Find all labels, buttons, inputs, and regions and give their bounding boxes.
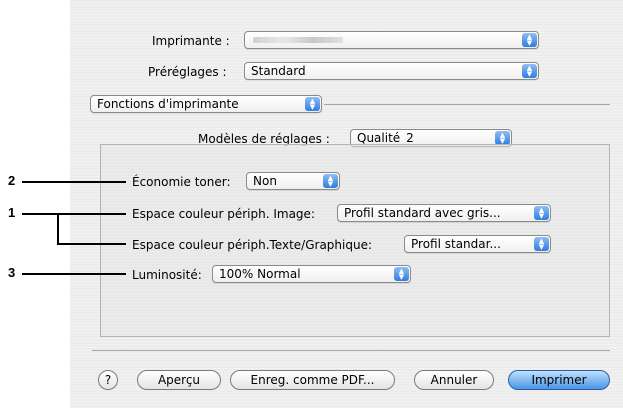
image-color-space-label: Espace couleur périph. Image: bbox=[132, 207, 315, 221]
section-separator bbox=[324, 104, 610, 105]
printer-label: Imprimante : bbox=[152, 34, 230, 48]
cancel-button[interactable]: Annuler bbox=[414, 370, 494, 390]
bottom-separator bbox=[92, 350, 610, 351]
image-color-space-value: Profil standard avec gris... bbox=[344, 206, 501, 220]
presets-label: Préréglages : bbox=[148, 65, 227, 79]
text-color-space-value: Profil standar... bbox=[411, 237, 501, 251]
printer-popup[interactable]: ▲ ▼ bbox=[244, 31, 539, 49]
callout-3: 3 bbox=[8, 265, 16, 280]
brightness-value: 100% Normal bbox=[219, 267, 301, 281]
brightness-label: Luminosité: bbox=[132, 268, 202, 282]
section-value: Fonctions d'imprimante bbox=[97, 97, 239, 111]
callout-1-line-b bbox=[57, 243, 126, 245]
popup-arrows-icon: ▲ ▼ bbox=[394, 267, 409, 281]
toner-saving-value: Non bbox=[253, 174, 277, 188]
print-button[interactable]: Imprimer bbox=[508, 370, 610, 390]
printer-name-blurred bbox=[253, 37, 343, 43]
popup-arrows-icon: ▲ ▼ bbox=[495, 131, 510, 145]
callout-2-line bbox=[22, 181, 126, 183]
section-popup[interactable]: Fonctions d'imprimante ▲ ▼ bbox=[90, 95, 322, 113]
popup-arrows-icon: ▲ ▼ bbox=[522, 64, 537, 78]
preview-button[interactable]: Aperçu bbox=[137, 370, 221, 390]
popup-arrows-icon: ▲ ▼ bbox=[522, 33, 537, 47]
help-button[interactable]: ? bbox=[98, 370, 118, 390]
text-color-space-popup[interactable]: Profil standar... ▲ ▼ bbox=[404, 235, 551, 253]
popup-arrows-icon: ▲ ▼ bbox=[534, 237, 549, 251]
popup-arrows-icon: ▲ ▼ bbox=[305, 97, 320, 111]
popup-arrows-icon: ▲ ▼ bbox=[323, 174, 338, 188]
callout-3-line bbox=[22, 273, 126, 275]
presets-value: Standard bbox=[251, 64, 306, 78]
callout-2: 2 bbox=[8, 173, 16, 188]
popup-arrows-icon: ▲ ▼ bbox=[534, 206, 549, 220]
text-color-space-label: Espace couleur périph.Texte/Graphique: bbox=[132, 238, 373, 252]
presets-popup[interactable]: Standard ▲ ▼ bbox=[244, 62, 539, 80]
callout-1-branch bbox=[57, 213, 59, 245]
callout-1: 1 bbox=[8, 205, 16, 220]
image-color-space-popup[interactable]: Profil standard avec gris... ▲ ▼ bbox=[337, 204, 551, 222]
brightness-popup[interactable]: 100% Normal ▲ ▼ bbox=[212, 265, 411, 283]
toner-saving-popup[interactable]: Non ▲ ▼ bbox=[246, 172, 340, 190]
callout-1-line bbox=[22, 213, 126, 215]
save-pdf-button[interactable]: Enreg. comme PDF... bbox=[230, 370, 395, 390]
toner-saving-label: Économie toner: bbox=[132, 175, 231, 189]
